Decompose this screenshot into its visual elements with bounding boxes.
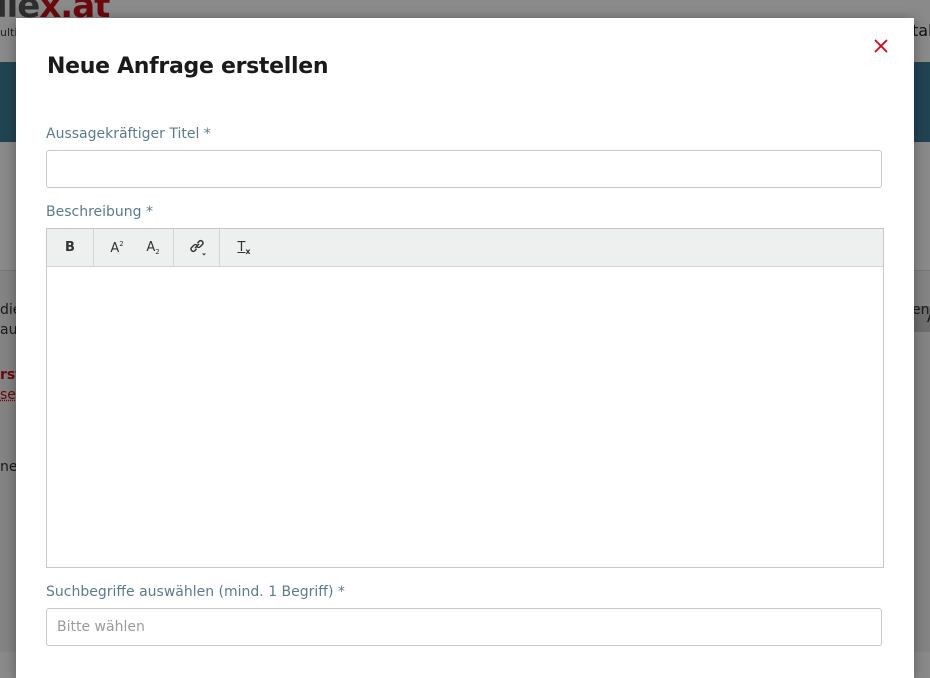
subscript-icon: A2 — [146, 240, 159, 256]
remove-format-button[interactable]: Tx — [229, 229, 259, 266]
superscript-button[interactable]: A2 — [103, 229, 131, 266]
remove-format-icon-mark: x — [245, 246, 251, 256]
toolbar-divider — [93, 229, 94, 266]
bold-icon: B — [65, 240, 75, 255]
modal-title: Neue Anfrage erstellen — [47, 54, 329, 79]
close-icon — [874, 39, 888, 53]
title-field-label: Aussagekräftiger Titel * — [46, 126, 211, 142]
remove-format-icon: Tx — [237, 240, 250, 256]
toolbar-divider — [173, 229, 174, 266]
superscript-icon: A2 — [110, 240, 123, 256]
close-button[interactable] — [874, 39, 892, 57]
link-button[interactable] — [183, 229, 217, 266]
bold-button[interactable]: B — [55, 229, 85, 266]
superscript-icon-mark: 2 — [119, 239, 124, 248]
subscript-icon-mark: 2 — [155, 247, 160, 256]
new-request-modal: Neue Anfrage erstellen Aussagekräftiger … — [16, 18, 914, 678]
link-icon — [190, 239, 206, 255]
editor-toolbar: B A2 A2 Tx — [47, 229, 883, 267]
description-editor: B A2 A2 Tx — [46, 228, 884, 568]
toolbar-divider — [219, 229, 220, 266]
subscript-button[interactable]: A2 — [139, 229, 167, 266]
title-input[interactable] — [46, 150, 882, 188]
search-terms-field-label: Suchbegriffe auswählen (mind. 1 Begriff)… — [46, 584, 345, 600]
description-text-area[interactable] — [47, 267, 883, 567]
subscript-icon-base: A — [146, 239, 156, 255]
superscript-icon-base: A — [110, 240, 120, 256]
description-field-label: Beschreibung * — [46, 204, 154, 220]
search-terms-select[interactable] — [46, 608, 882, 646]
